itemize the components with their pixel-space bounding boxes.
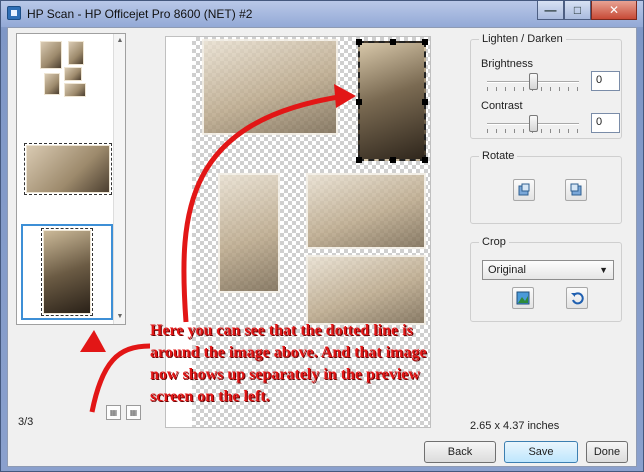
thumbnail-page-2[interactable] — [21, 142, 113, 214]
scanned-photo-selected[interactable] — [356, 39, 428, 163]
app-icon — [7, 6, 21, 20]
crop-handle[interactable] — [390, 157, 396, 163]
crop-handle[interactable] — [390, 39, 396, 45]
back-button[interactable]: Back — [424, 441, 496, 463]
crop-mode-select[interactable]: Original ▼ — [482, 260, 614, 280]
done-button[interactable]: Done — [586, 441, 628, 463]
add-page-icon: ▦ — [109, 408, 118, 417]
delete-page-button[interactable]: ▦ — [126, 405, 141, 420]
scroll-up-icon[interactable]: ▲ — [116, 36, 124, 46]
rotate-left-button[interactable] — [513, 179, 535, 201]
close-button[interactable]: ✕ — [591, 1, 637, 20]
page-counter: 3/3 — [18, 416, 34, 428]
undo-crop-button[interactable] — [566, 287, 588, 309]
contrast-slider[interactable] — [529, 115, 538, 132]
rotate-group: Rotate — [470, 150, 622, 224]
scanned-photo-people[interactable] — [306, 173, 426, 249]
undo-icon — [571, 292, 584, 305]
rotate-right-icon — [570, 183, 582, 196]
crop-handle[interactable] — [356, 99, 362, 105]
title-bar: HP Scan - HP Officejet Pro 8600 (NET) #2… — [1, 1, 643, 27]
save-button[interactable]: Save — [504, 441, 578, 463]
crop-mode-value: Original — [488, 264, 526, 276]
chevron-down-icon: ▼ — [599, 265, 608, 275]
window-title: HP Scan - HP Officejet Pro 8600 (NET) #2 — [27, 7, 253, 21]
minimize-button[interactable]: — — [537, 1, 564, 20]
thumbnail-scrollbar[interactable]: ▲ ▼ — [113, 34, 125, 324]
crop-handle[interactable] — [356, 157, 362, 163]
brightness-label: Brightness — [481, 58, 533, 70]
crop-handle[interactable] — [422, 157, 428, 163]
brightness-value-field[interactable]: 0 — [591, 71, 620, 91]
crop-handle[interactable] — [356, 39, 362, 45]
rotate-right-button[interactable] — [565, 179, 587, 201]
crop-label: Crop — [479, 236, 509, 248]
crop-image-button[interactable] — [512, 287, 534, 309]
thumbnail-page-3-selected[interactable] — [21, 224, 113, 320]
brightness-slider[interactable] — [529, 73, 538, 90]
add-page-button[interactable]: ▦ — [106, 405, 121, 420]
rotate-label: Rotate — [479, 150, 518, 162]
crop-group: Crop — [470, 236, 622, 322]
scanned-photo-house[interactable] — [218, 173, 280, 293]
lighten-darken-label: Lighten / Darken — [479, 33, 566, 45]
scanned-photo-yard[interactable] — [306, 255, 426, 325]
crop-handle[interactable] — [422, 99, 428, 105]
scroll-down-icon[interactable]: ▼ — [116, 312, 124, 322]
contrast-label: Contrast — [481, 100, 523, 112]
crop-image-icon — [516, 291, 530, 305]
contrast-value-field[interactable]: 0 — [591, 113, 620, 133]
crop-handle[interactable] — [422, 39, 428, 45]
scanned-photo-group[interactable] — [202, 39, 338, 135]
rotate-left-icon — [518, 183, 530, 196]
maximize-button[interactable]: □ — [564, 1, 591, 20]
lighten-darken-group: Lighten / Darken Brightness 0 Contrast 0 — [470, 33, 622, 139]
scan-size-readout: 2.65 x 4.37 inches — [470, 420, 560, 432]
delete-page-icon: ▦ — [129, 408, 138, 417]
annotation-text: Here you can see that the dotted line is… — [150, 322, 427, 405]
thumbnail-list[interactable]: ▲ ▼ — [16, 33, 126, 325]
thumbnail-page-1[interactable] — [21, 38, 113, 110]
